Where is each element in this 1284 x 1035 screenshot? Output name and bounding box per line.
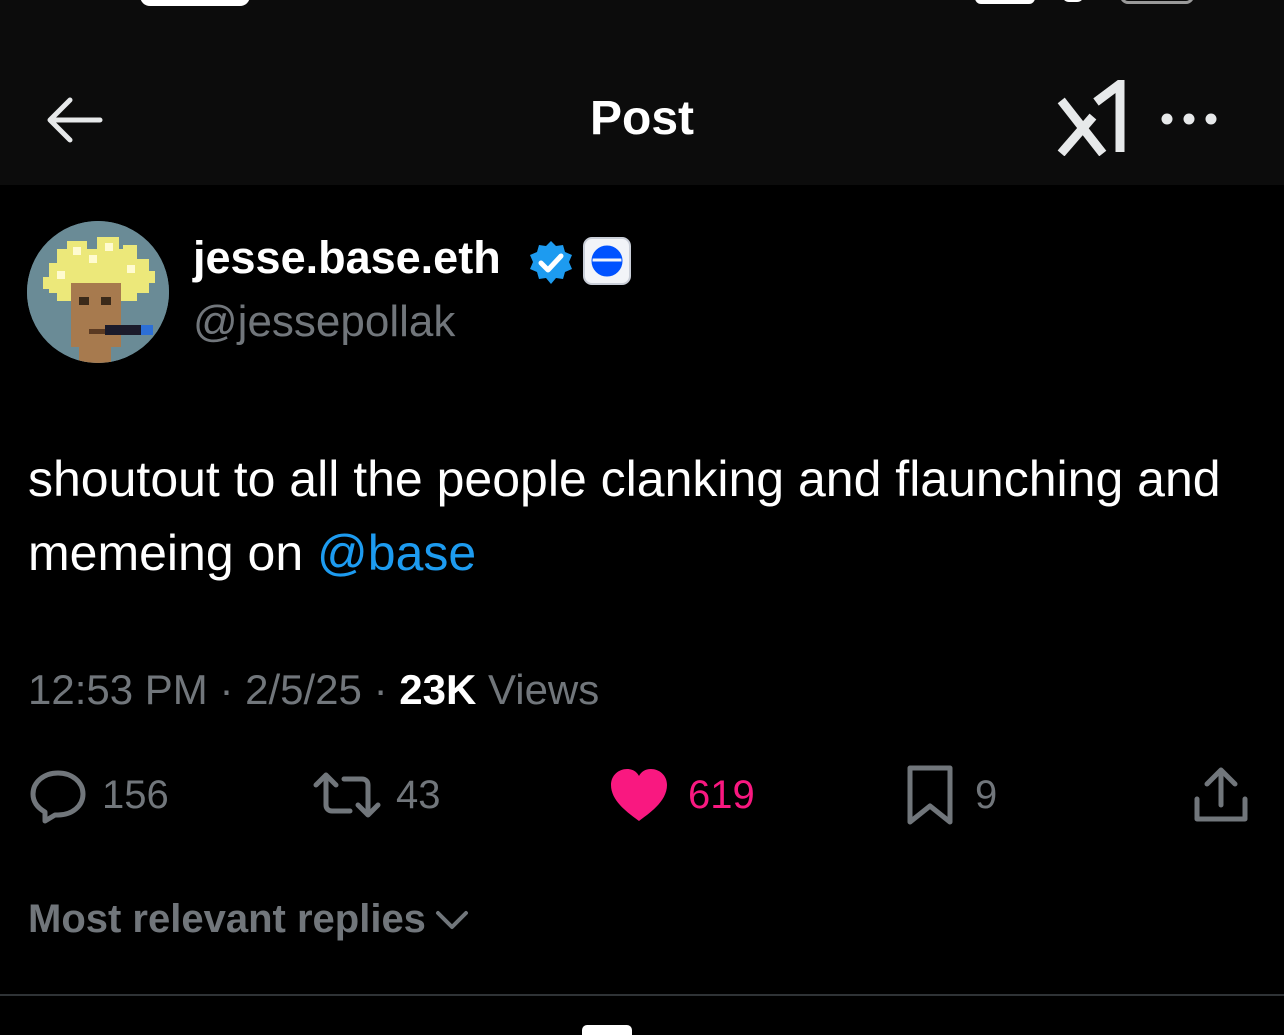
post-text-body: shoutout to all the people clanking and … [28, 451, 1221, 581]
more-options-button[interactable] [1156, 93, 1222, 143]
avatar[interactable] [27, 221, 169, 363]
wifi-icon [1062, 0, 1084, 2]
section-divider [0, 994, 1284, 996]
repost-count: 43 [396, 772, 441, 817]
repost-icon [313, 772, 381, 818]
meta-separator: · [373, 666, 388, 713]
grok-button[interactable] [1056, 75, 1132, 157]
author-display-name[interactable]: jesse.base.eth [193, 232, 501, 284]
reply-count: 156 [102, 772, 169, 817]
meta-separator: · [219, 666, 234, 713]
base-affiliate-icon[interactable] [582, 236, 632, 286]
more-dots-icon [1161, 113, 1217, 125]
reply-button[interactable]: 156 [28, 762, 169, 828]
status-bar [0, 0, 1284, 55]
like-button[interactable]: 619 [608, 762, 755, 828]
punk-avatar-image [27, 221, 169, 363]
heart-icon [611, 769, 667, 821]
views-label: Views [487, 666, 600, 713]
mention-link[interactable]: @base [317, 525, 476, 581]
bookmark-icon [907, 765, 953, 825]
chevron-down-icon [435, 910, 468, 929]
share-icon [1194, 767, 1248, 822]
verified-badge-icon [530, 241, 572, 284]
post-time: 12:53 PM [28, 666, 208, 713]
author-handle[interactable]: @jessepollak [193, 297, 455, 347]
replies-sort-label: Most relevant replies [28, 897, 426, 941]
post-date: 2/5/25 [245, 666, 362, 713]
post-text: shoutout to all the people clanking and … [28, 442, 1258, 590]
replies-sort-dropdown[interactable]: Most relevant replies [28, 897, 470, 942]
top-nav-bar: Post [0, 55, 1284, 185]
battery-icon [1120, 0, 1194, 4]
reply-bubble-icon [30, 770, 86, 824]
repost-button[interactable]: 43 [312, 762, 441, 828]
share-button[interactable] [1192, 762, 1250, 828]
views-count[interactable]: 23K [399, 666, 476, 713]
like-count: 619 [688, 772, 755, 817]
post-meta: 12:53 PM · 2/5/25 · 23K Views [28, 666, 599, 714]
status-time [140, 0, 250, 6]
next-reply-peek [582, 1025, 632, 1035]
cellular-signal-icon [975, 0, 1035, 4]
grok-icon [1057, 75, 1125, 157]
bookmark-count: 9 [975, 772, 998, 817]
bookmark-button[interactable]: 9 [905, 762, 997, 828]
